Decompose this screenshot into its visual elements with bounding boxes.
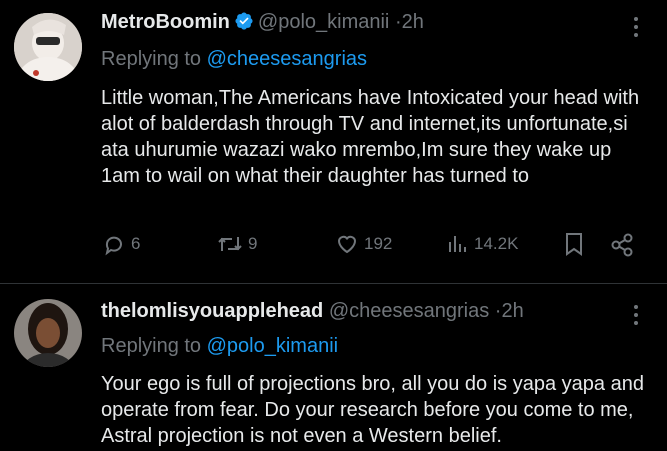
views-icon	[449, 236, 466, 252]
more-icon[interactable]	[633, 305, 639, 329]
reply-icon	[105, 236, 122, 256]
replying-mention[interactable]: @polo_kimanii	[207, 335, 338, 357]
replying-prefix: Replying to	[101, 335, 202, 357]
share-button[interactable]	[609, 232, 635, 258]
avatar-thelomlisyouapplehead[interactable]	[14, 299, 82, 367]
verified-icon	[234, 11, 254, 37]
tweet-text: Your ego is full of projections bro, all…	[101, 373, 644, 447]
timestamp[interactable]: 2h	[501, 300, 523, 322]
replying-to: Replying to @cheesesangrias	[101, 48, 367, 71]
display-name[interactable]: thelomlisyouapplehead	[101, 300, 323, 322]
timestamp[interactable]: 2h	[402, 11, 424, 33]
tweet-header: MetroBoomin @polo_kimanii ·2h	[101, 11, 424, 37]
tweet-1[interactable]: MetroBoomin @polo_kimanii ·2h Replying to…	[0, 0, 667, 283]
view-count: 14.2K	[474, 234, 519, 253]
repost-icon	[218, 237, 242, 251]
separator-dot: ·	[394, 11, 402, 33]
tweet-2[interactable]: thelomlisyouapplehead @cheesesangrias ·2…	[0, 284, 667, 451]
repost-count: 9	[248, 234, 258, 253]
more-icon[interactable]	[633, 17, 639, 41]
tweet-header: thelomlisyouapplehead @cheesesangrias ·2…	[101, 300, 524, 323]
repost-button[interactable]: 9	[216, 232, 257, 256]
handle[interactable]: @polo_kimanii	[258, 11, 389, 33]
avatar-metroboomin[interactable]	[14, 13, 82, 81]
reply-count: 6	[131, 234, 141, 253]
views-button[interactable]: 14.2K	[446, 232, 518, 256]
replying-mention[interactable]: @cheesesangrias	[207, 48, 367, 70]
like-count: 192	[364, 234, 393, 253]
tweet-text: Little woman,The Americans have Intoxica…	[101, 87, 640, 187]
bookmark-button[interactable]	[563, 232, 585, 256]
display-name[interactable]: MetroBoomin	[101, 11, 230, 33]
action-bar: 6 9 192 14.2K	[101, 232, 641, 262]
bookmark-icon	[566, 233, 582, 256]
like-button[interactable]: 192	[334, 232, 392, 256]
replying-prefix: Replying to	[101, 48, 202, 70]
reply-button[interactable]: 6	[101, 232, 140, 256]
replying-to: Replying to @polo_kimanii	[101, 335, 338, 358]
handle[interactable]: @cheesesangrias	[329, 300, 489, 322]
like-icon	[337, 235, 357, 254]
share-icon	[611, 233, 633, 257]
